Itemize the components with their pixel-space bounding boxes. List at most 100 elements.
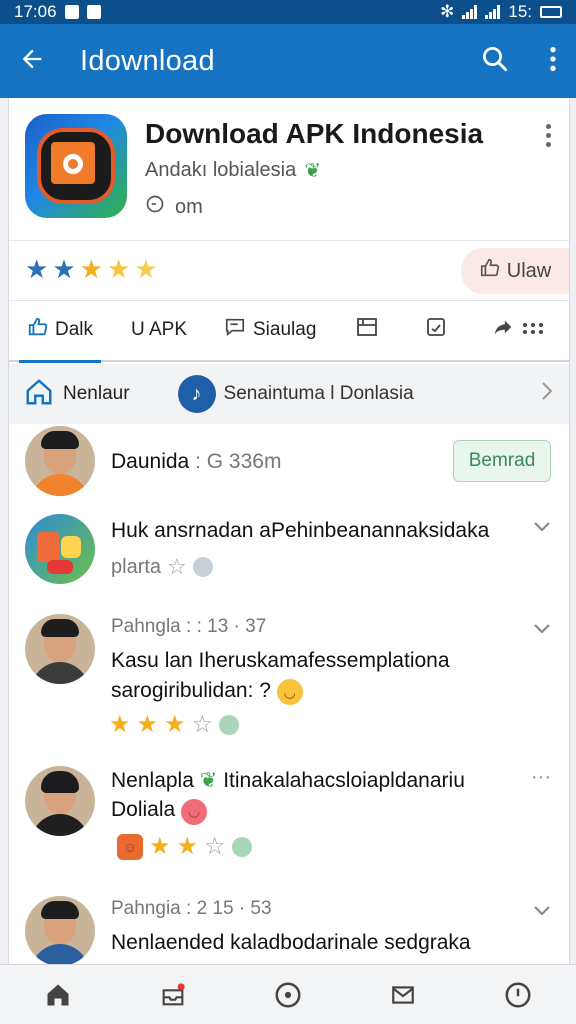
more-vert-icon[interactable]	[548, 45, 558, 78]
leaf-icon: ❦	[199, 769, 218, 792]
star-icon: ★	[25, 254, 49, 284]
chevron-down-icon[interactable]	[533, 618, 551, 641]
signal-icon	[462, 5, 478, 19]
more-horiz-icon[interactable]	[522, 319, 544, 341]
star-outline-icon: ☆	[167, 554, 187, 579]
item-text: Nenlaended kaladbodarinale sedgraka	[111, 931, 471, 954]
filter-home-label: Nenlaur	[63, 383, 130, 404]
share-icon	[490, 316, 516, 344]
chevron-down-icon[interactable]	[533, 900, 551, 923]
item-sub: plarta ☆	[111, 554, 213, 580]
ulaw-button[interactable]: Ulaw	[461, 248, 569, 294]
app-meta-text: om	[175, 195, 203, 218]
list-item[interactable]: Nenlapla ❦ Itinakalahacsloiapldanariu ··…	[9, 758, 569, 878]
ulaw-label: Ulaw	[506, 259, 552, 282]
home-icon[interactable]	[34, 971, 82, 1019]
list-item[interactable]: Pahngla : : 13 · 37 Kasu lan Iheruskamaf…	[9, 606, 569, 746]
star-icon: ★	[134, 254, 158, 284]
leaf-icon: ❦	[304, 160, 321, 182]
item-rating: ☺ ★ ★ ☆	[117, 832, 252, 861]
battery-icon	[540, 6, 562, 18]
avatar[interactable]	[25, 426, 95, 496]
tab-apk[interactable]: U APK	[123, 299, 195, 361]
filter-source-label: Senaintuma l Donlasia	[223, 383, 414, 404]
list-item[interactable]: Daunida : G 336m Bemrad	[9, 424, 569, 500]
clock-icon[interactable]	[494, 971, 542, 1019]
app-rating: ★ ★ ★ ★ ★	[25, 254, 158, 284]
filter-source[interactable]: ♪ Senaintuma l Donlasia	[177, 375, 414, 413]
app-detail-card: Download APK Indonesia Andakı lobialesia…	[8, 98, 570, 964]
item-title: Nenlapla ❦ Itinakalahacsloiapldanariu	[111, 769, 465, 792]
signal-icon	[485, 5, 501, 19]
chat-icon	[223, 316, 247, 344]
star-icon: ★	[52, 254, 76, 284]
star-icon: ★	[149, 833, 171, 860]
app-icon[interactable]	[25, 114, 127, 218]
mask-icon: ☺	[117, 833, 143, 860]
avatar[interactable]	[25, 614, 95, 684]
item-meta: Pahngla : : 13 · 37	[111, 616, 267, 637]
star-icon: ★	[79, 254, 103, 284]
tab-bar: Dalk U APK Siaulag	[9, 299, 569, 363]
app-header: Download APK Indonesia Andakı lobialesia…	[9, 98, 569, 240]
star-icon: ★	[106, 254, 131, 284]
app-bar-title: Idownload	[80, 44, 215, 77]
tab-siaulag[interactable]: Siaulag	[215, 299, 324, 361]
tab-label: U APK	[131, 319, 187, 340]
rating-row: ★ ★ ★ ★ ★ Ulaw	[9, 240, 569, 300]
gallery-icon	[354, 315, 380, 345]
tab-gallery[interactable]	[346, 299, 388, 361]
search-icon[interactable]	[480, 44, 510, 79]
bluetooth-icon: ✻	[440, 2, 455, 21]
emoji-icon: ◡	[181, 798, 208, 825]
back-arrow-icon[interactable]	[18, 45, 46, 78]
star-outline-icon: ☆	[204, 833, 226, 860]
tab-label: Siaulag	[253, 319, 317, 340]
list-item[interactable]: Pahngia : 2 15 · 53 Nenlaended kaladboda…	[9, 890, 569, 964]
notification-icon	[86, 5, 101, 19]
chevron-down-icon[interactable]	[533, 516, 551, 539]
home-outline-icon	[23, 377, 55, 412]
calendar-icon	[424, 315, 448, 345]
star-icon: ★	[109, 711, 131, 738]
star-icon: ★	[164, 711, 186, 738]
inbox-icon[interactable]	[149, 971, 197, 1019]
app-title: Download APK Indonesia	[145, 118, 484, 149]
chevron-right-icon[interactable]	[539, 379, 555, 410]
bottom-navigation	[0, 964, 576, 1024]
tab-label: Dalk	[55, 319, 94, 340]
tab-calendar[interactable]	[416, 299, 456, 361]
mail-icon[interactable]	[379, 971, 427, 1019]
avatar[interactable]	[25, 896, 95, 964]
tab-share[interactable]	[482, 299, 552, 361]
music-note-icon: ♪	[177, 375, 216, 413]
list-item[interactable]: Huk ansrnadan aPehinbeanannaksidaka plar…	[9, 506, 569, 598]
thumbs-up-icon	[27, 316, 49, 344]
app-avatar[interactable]	[25, 514, 95, 584]
more-horiz-icon[interactable]: ···	[531, 766, 551, 789]
notification-icon	[64, 5, 79, 19]
compass-icon[interactable]	[264, 971, 312, 1019]
filter-row[interactable]: Nenlaur ♪ Senaintuma l Donlasia	[9, 364, 569, 424]
star-outline-icon: ☆	[191, 711, 214, 738]
star-icon: ★	[136, 711, 159, 738]
follow-button[interactable]: Bemrad	[453, 440, 551, 482]
avatar[interactable]	[25, 766, 95, 836]
badge-icon	[219, 714, 240, 735]
app-menu-icon[interactable]	[546, 124, 551, 147]
item-text: Kasu lan Iheruskamafessemplationa sarogi…	[111, 646, 531, 706]
app-bar: Idownload	[0, 24, 576, 98]
clock-small-icon	[145, 194, 165, 220]
badge-icon	[192, 557, 213, 577]
app-subtitle-text: Andakı lobialesia	[145, 159, 297, 181]
star-icon: ★	[176, 833, 199, 860]
item-meta: Pahngia : 2 15 · 53	[111, 898, 272, 919]
item-line2: Doliala ◡	[111, 798, 208, 825]
status-bar: 17:06 ✻ 15:	[0, 0, 576, 24]
item-text: Huk ansrnadan aPehinbeanannaksidaka	[111, 519, 490, 542]
status-time: 17:06	[14, 2, 57, 21]
tab-dalk[interactable]: Dalk	[19, 299, 102, 363]
app-subtitle: Andakı lobialesia ❦	[145, 158, 321, 183]
thumbs-up-outline-icon	[479, 257, 501, 285]
emoji-icon: ◡	[276, 679, 303, 705]
